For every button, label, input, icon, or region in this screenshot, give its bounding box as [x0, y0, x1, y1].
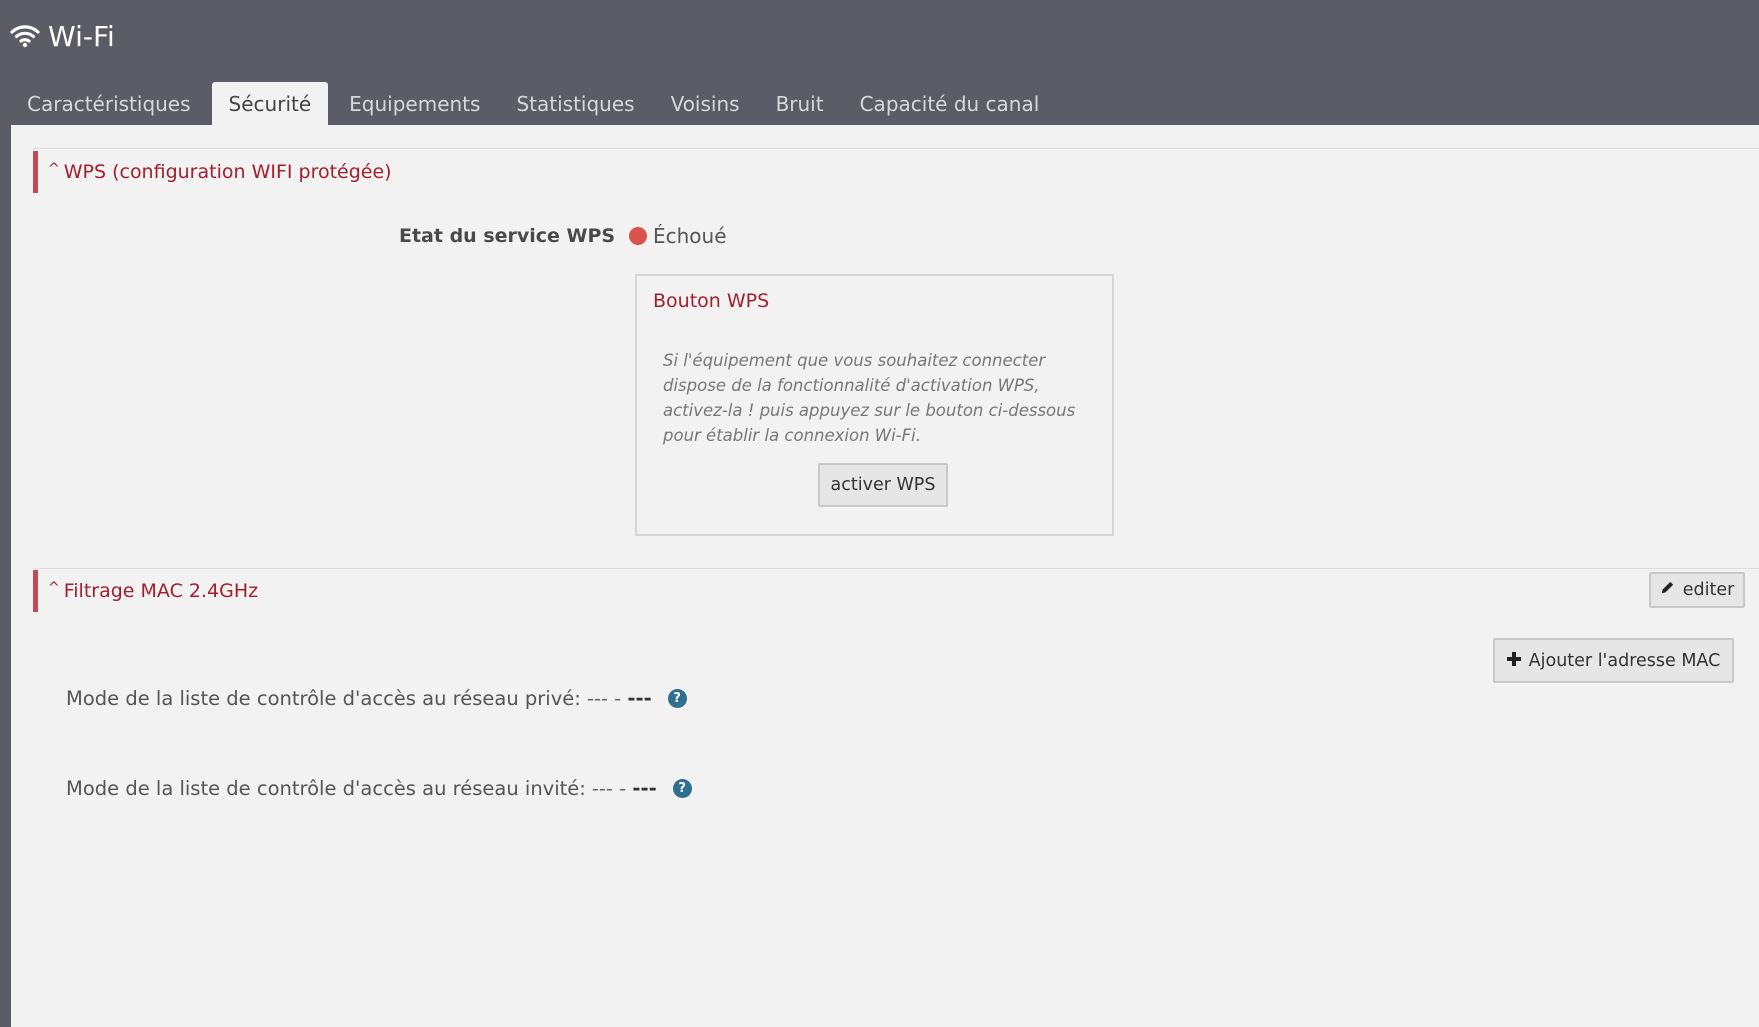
tab-voisins[interactable]: Voisins	[656, 82, 755, 125]
tab-bruit[interactable]: Bruit	[761, 82, 839, 125]
tab-bar: Caractéristiques Sécurité Equipements St…	[12, 82, 1060, 125]
private-acl-label: Mode de la liste de contrôle d'accès au …	[66, 687, 581, 710]
guest-acl-row: Mode de la liste de contrôle d'accès au …	[66, 777, 692, 800]
wps-box-description: Si l'équipement que vous souhaitez conne…	[663, 351, 1076, 445]
page-title-text: Wi-Fi	[48, 19, 115, 53]
app-root: Wi-Fi Caractéristiques Sécurité Equipeme…	[0, 0, 1759, 1027]
tab-caracteristiques[interactable]: Caractéristiques	[12, 82, 206, 125]
wps-button-box: Bouton WPS Si l'équipement que vous souh…	[635, 274, 1114, 536]
guest-acl-value-mode: ---	[632, 777, 657, 800]
section-divider	[33, 568, 1759, 569]
wps-section-title: WPS (configuration WIFI protégée)	[63, 161, 392, 183]
wps-section-header[interactable]: ^ WPS (configuration WIFI protégée)	[33, 151, 392, 193]
wps-status: Échoué	[629, 224, 727, 248]
edit-button-label: editer	[1682, 580, 1735, 600]
wifi-icon	[10, 24, 40, 48]
page-title: Wi-Fi	[10, 16, 115, 56]
status-dot-icon	[629, 227, 647, 245]
tab-securite[interactable]: Sécurité	[211, 82, 329, 125]
add-mac-address-button[interactable]: Ajouter l'adresse MAC	[1493, 638, 1734, 683]
private-acl-value-mode: ---	[627, 687, 652, 710]
wps-service-label: Etat du service WPS	[399, 225, 616, 247]
guest-acl-value-prefix: --- -	[591, 777, 627, 800]
private-acl-row: Mode de la liste de contrôle d'accès au …	[66, 687, 687, 710]
help-icon[interactable]: ?	[672, 779, 692, 798]
top-header: Wi-Fi Caractéristiques Sécurité Equipeme…	[0, 0, 1759, 125]
chevron-up-icon: ^	[48, 580, 60, 596]
private-acl-value: --- - ---	[587, 687, 652, 710]
guest-acl-label: Mode de la liste de contrôle d'accès au …	[66, 777, 586, 800]
mac-filter-section-header[interactable]: ^ Filtrage MAC 2.4GHz	[33, 570, 258, 612]
mac-filter-section-title: Filtrage MAC 2.4GHz	[63, 580, 259, 602]
private-acl-value-prefix: --- -	[586, 687, 622, 710]
content-panel: ^ WPS (configuration WIFI protégée) Etat…	[11, 125, 1759, 1027]
wps-box-title: Bouton WPS	[653, 290, 770, 312]
tab-capacite-canal[interactable]: Capacité du canal	[845, 82, 1055, 125]
help-icon[interactable]: ?	[667, 689, 687, 708]
tab-statistiques[interactable]: Statistiques	[501, 82, 649, 125]
activate-wps-button[interactable]: activer WPS	[818, 463, 948, 507]
chevron-up-icon: ^	[48, 161, 60, 177]
tab-equipements[interactable]: Equipements	[334, 82, 495, 125]
section-divider	[33, 148, 1759, 149]
pencil-icon	[1660, 580, 1675, 600]
guest-acl-value: --- - ---	[592, 777, 657, 800]
add-mac-address-label: Ajouter l'adresse MAC	[1528, 650, 1721, 671]
plus-icon	[1506, 651, 1521, 671]
wps-status-text: Échoué	[653, 224, 727, 248]
edit-button[interactable]: editer	[1649, 572, 1745, 608]
